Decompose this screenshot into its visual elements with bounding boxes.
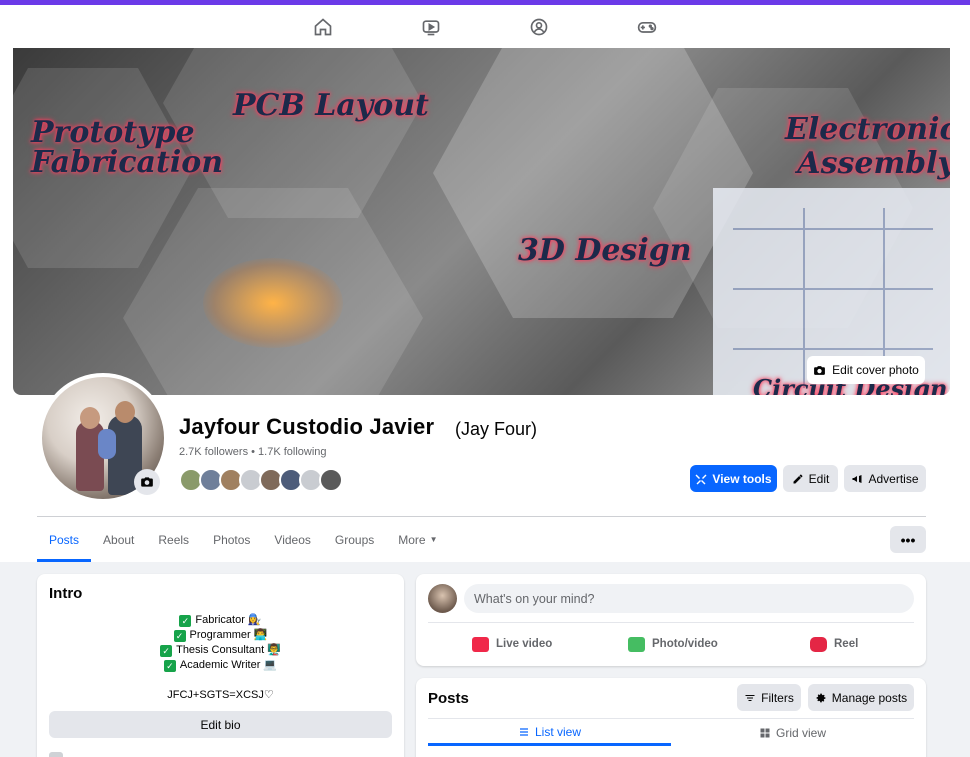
photo-video-button[interactable]: Photo/video xyxy=(628,632,718,656)
video-icon[interactable] xyxy=(407,7,455,47)
tab-videos[interactable]: Videos xyxy=(262,517,322,562)
gaming-icon[interactable] xyxy=(623,7,671,47)
profile-more-options-button[interactable]: ••• xyxy=(890,526,926,553)
view-tools-button[interactable]: View tools xyxy=(690,465,777,492)
grid-view-label: Grid view xyxy=(775,726,826,740)
reel-button[interactable]: Reel xyxy=(810,632,858,656)
reel-icon xyxy=(810,636,827,652)
manage-posts-label: Manage posts xyxy=(831,690,908,705)
composer-divider xyxy=(428,622,914,623)
megaphone-icon xyxy=(852,474,862,483)
tab-photos[interactable]: Photos xyxy=(201,517,262,562)
intro-title: Intro xyxy=(49,585,83,602)
grid-view-tab[interactable]: Grid view xyxy=(671,720,914,746)
cover-label-prototype: Prototype Fabrication xyxy=(31,115,224,180)
update-profile-picture-button[interactable] xyxy=(134,469,160,495)
edit-cover-photo-label: Edit cover photo xyxy=(832,363,919,377)
tab-posts[interactable]: Posts xyxy=(37,517,92,562)
friend-avatars xyxy=(179,468,343,492)
intro-card: Intro ✓ Fabricator 👩‍🔧 ✓ Programmer 👨‍💻 ✓ T… xyxy=(37,574,404,757)
groups-icon[interactable] xyxy=(515,7,563,47)
follower-stats[interactable]: 2.7K followers • 1.7K following xyxy=(179,446,327,458)
edit-cover-photo-button[interactable]: Edit cover photo xyxy=(807,356,925,384)
advertise-button[interactable]: Advertise xyxy=(844,465,926,492)
pencil-icon xyxy=(793,474,803,483)
checkmark-icon: ✓ xyxy=(163,660,176,672)
edit-bio-button[interactable]: Edit bio xyxy=(49,711,392,738)
posts-card: Posts Filters Manage posts List view Gri… xyxy=(416,678,926,757)
intro-detail-icon xyxy=(49,752,63,757)
checkmark-icon: ✓ xyxy=(160,645,173,657)
tab-groups[interactable]: Groups xyxy=(323,517,386,562)
filters-icon xyxy=(745,694,755,701)
filters-button[interactable]: Filters xyxy=(737,684,801,711)
posts-divider xyxy=(428,718,914,719)
list-icon xyxy=(519,727,528,736)
cover-label-electronics: Electronics Assembly xyxy=(785,112,950,181)
tab-more[interactable]: More ▼ xyxy=(386,517,449,562)
live-video-button[interactable]: Live video xyxy=(472,632,552,656)
edit-profile-label: Edit xyxy=(808,471,830,486)
profile-header: Prototype Fabrication PCB Layout 3D Desi… xyxy=(0,48,970,562)
bio-text: ✓ Fabricator 👩‍🔧 ✓ Programmer 👨‍💻 ✓ Thesis … xyxy=(37,613,404,673)
photo-video-label: Photo/video xyxy=(652,638,718,650)
cover-label-pcb: PCB Layout xyxy=(233,88,429,123)
checkmark-icon: ✓ xyxy=(179,615,192,627)
live-video-icon xyxy=(472,636,489,652)
top-navigation xyxy=(0,5,970,48)
cover-label-3d: 3D Design xyxy=(518,233,692,268)
post-composer: What's on your mind? Live video Photo/vi… xyxy=(416,574,926,666)
caret-down-icon: ▼ xyxy=(429,535,438,544)
photo-video-icon xyxy=(628,636,645,652)
camera-icon xyxy=(814,365,826,375)
filters-label: Filters xyxy=(761,690,794,705)
tab-about[interactable]: About xyxy=(91,517,146,562)
list-view-tab[interactable]: List view xyxy=(428,720,671,746)
whats-on-your-mind-input[interactable]: What's on your mind? xyxy=(464,584,914,613)
edit-profile-button[interactable]: Edit xyxy=(783,465,838,492)
bio-tagline: JFCJ+SGTS=XCSJ♡ xyxy=(167,689,274,701)
profile-alternate-name: (Jay Four) xyxy=(455,419,538,439)
manage-posts-button[interactable]: Manage posts xyxy=(808,684,914,711)
camera-icon xyxy=(141,477,153,487)
profile-tabs: Posts About Reels Photos Videos Groups M… xyxy=(37,517,450,562)
view-tools-label: View tools xyxy=(712,471,772,486)
advertise-label: Advertise xyxy=(868,471,919,486)
live-video-label: Live video xyxy=(496,638,553,650)
friend-avatar[interactable] xyxy=(319,468,343,492)
home-icon[interactable] xyxy=(299,7,347,47)
grid-icon xyxy=(760,728,770,738)
list-view-label: List view xyxy=(534,724,581,739)
reel-label: Reel xyxy=(834,638,859,650)
posts-title: Posts xyxy=(428,690,469,707)
profile-name: Jayfour Custodio Javier xyxy=(179,414,435,439)
gear-icon xyxy=(816,693,826,702)
tab-reels[interactable]: Reels xyxy=(146,517,201,562)
cover-photo: Prototype Fabrication PCB Layout 3D Desi… xyxy=(13,48,950,395)
checkmark-icon: ✓ xyxy=(173,630,186,642)
tools-icon xyxy=(695,474,707,484)
composer-avatar[interactable] xyxy=(428,584,457,613)
